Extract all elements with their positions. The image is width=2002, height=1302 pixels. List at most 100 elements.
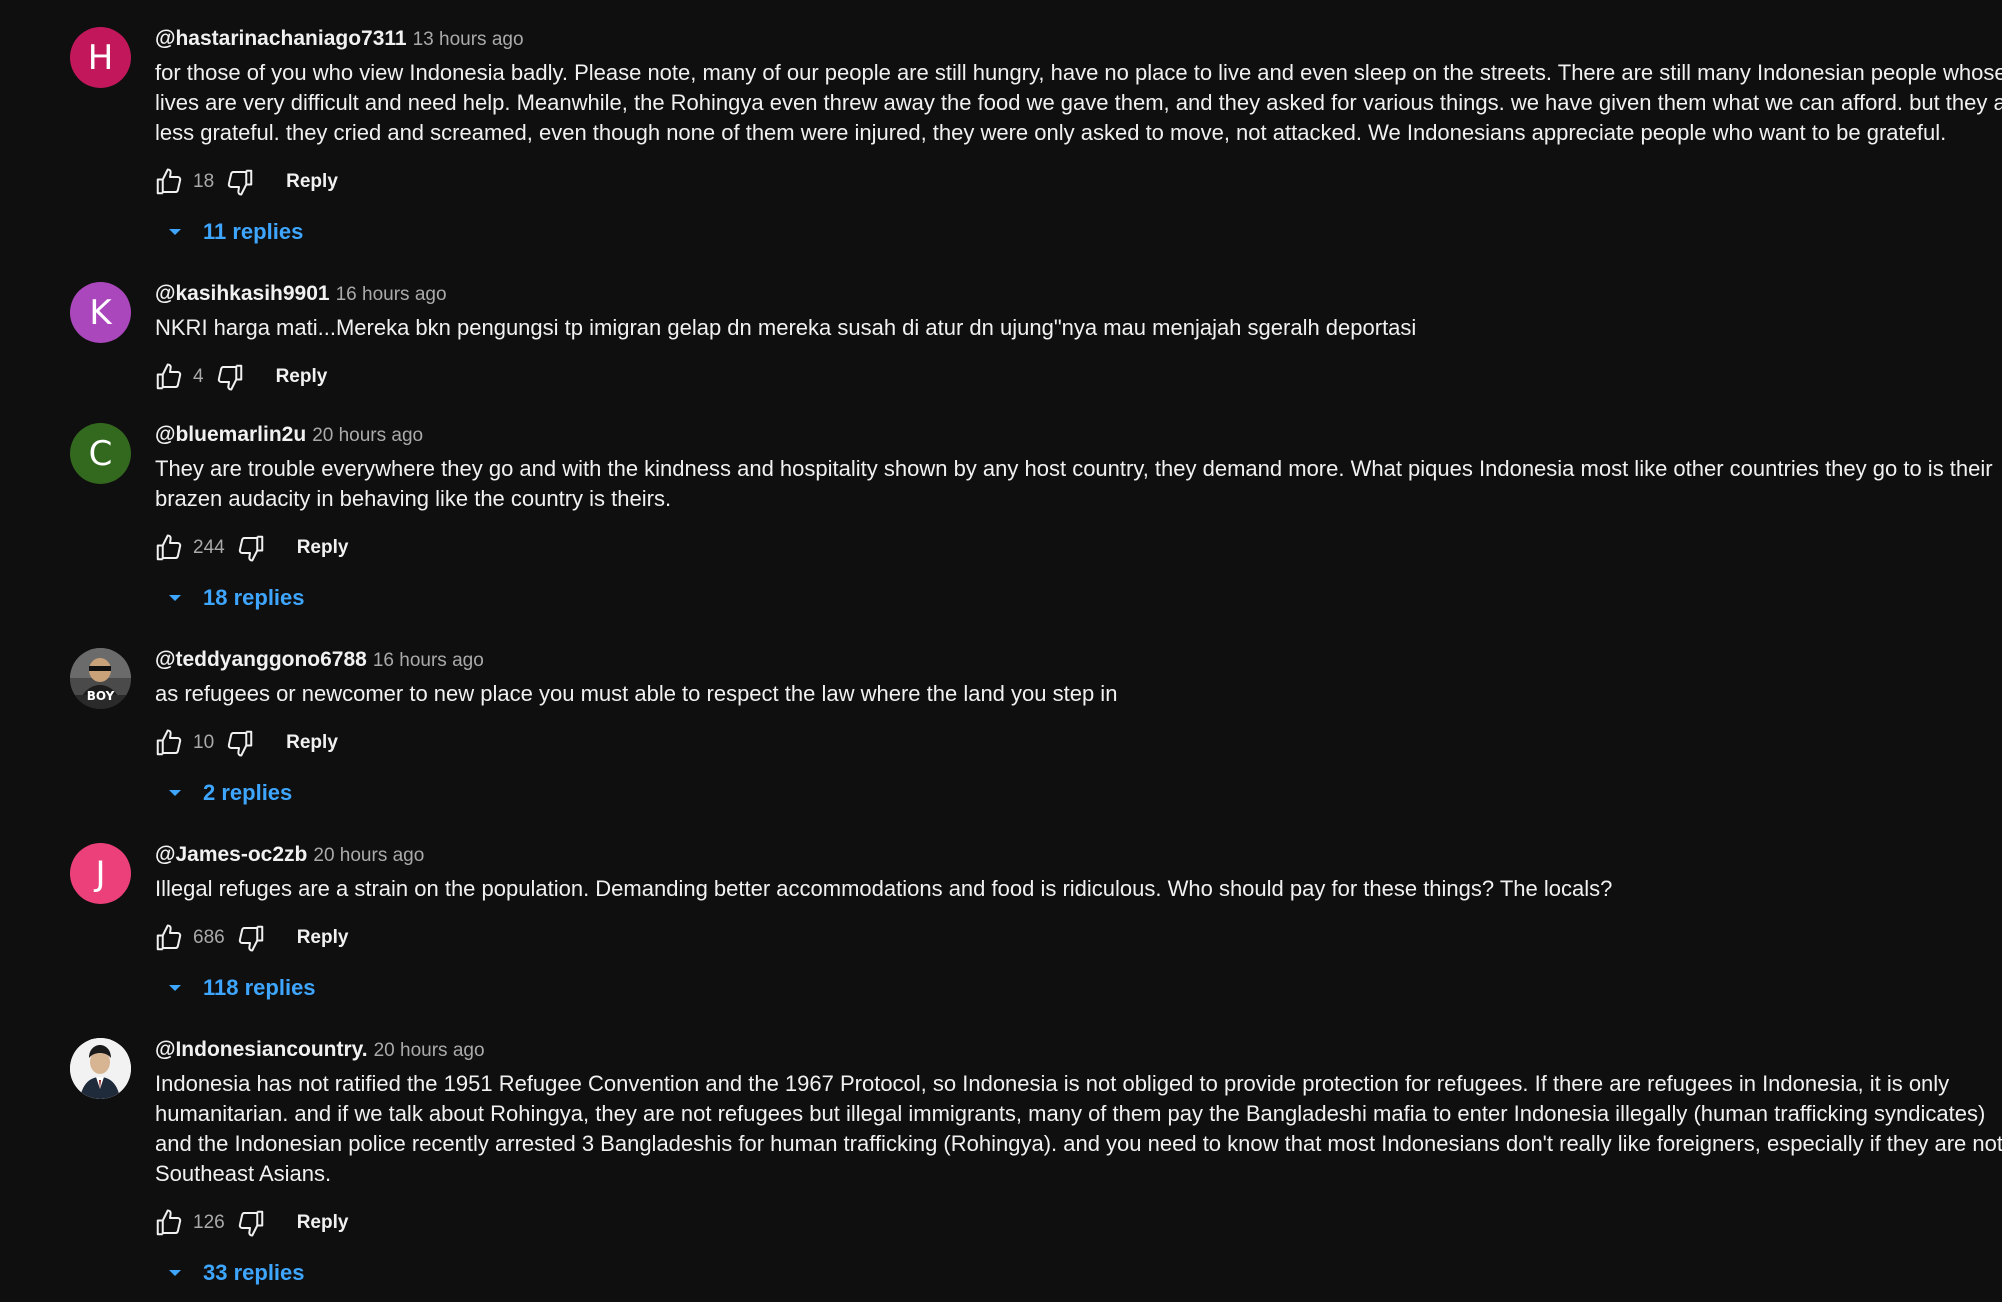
comment-body: @teddyanggono6788 16 hours ago as refugee…: [155, 645, 1970, 813]
avatar-letter: H: [87, 37, 114, 78]
thumbs-up-icon: [156, 168, 182, 195]
comment-text: Indonesia has not ratified the 1951 Refu…: [155, 1069, 2002, 1189]
like-button[interactable]: [151, 1205, 187, 1241]
thumbs-up-icon: [156, 924, 182, 951]
thumbs-down-icon: [238, 1210, 263, 1237]
dislike-button[interactable]: [233, 530, 269, 566]
comment-text-line: Indonesia has not ratified the 1951 Refu…: [155, 1071, 1950, 1096]
dislike-button[interactable]: [233, 1205, 269, 1241]
chevron-down-icon: [169, 790, 181, 796]
comment-actions: 686 Reply: [155, 918, 1970, 958]
comment-text-line: less grateful. they cried and screamed, …: [155, 120, 1947, 145]
comment-timestamp[interactable]: 20 hours ago: [374, 1040, 485, 1061]
like-button[interactable]: [151, 359, 187, 395]
reply-button[interactable]: Reply: [297, 1212, 349, 1234]
chevron-down-icon: [169, 229, 181, 235]
comment-header: @Indonesiancountry. 20 hours ago: [155, 1035, 1970, 1065]
replies-count: 2 replies: [203, 780, 293, 805]
author-handle[interactable]: @teddyanggono6788: [155, 648, 367, 671]
like-button[interactable]: [151, 530, 187, 566]
comment-text: for those of you who view Indonesia badl…: [155, 58, 2002, 148]
like-count: 244: [193, 537, 225, 558]
thumbs-down-icon: [238, 535, 263, 562]
comment-timestamp[interactable]: 20 hours ago: [312, 425, 423, 446]
author-handle[interactable]: @bluemarlin2u: [155, 423, 306, 446]
comment-text-line: They are trouble everywhere they go and …: [155, 456, 1993, 481]
avatar[interactable]: [70, 1038, 131, 1099]
reply-button[interactable]: Reply: [286, 171, 338, 193]
comment-text-line: brazen audacity in behaving like the cou…: [155, 486, 672, 511]
avatar-letter: K: [89, 292, 112, 333]
chevron-down-icon: [169, 1270, 181, 1276]
thumbs-up-icon: [156, 1209, 182, 1236]
like-count: 686: [193, 927, 225, 948]
comment-text-line: as refugees or newcomer to new place you…: [155, 681, 1118, 706]
comment-timestamp[interactable]: 16 hours ago: [336, 284, 447, 305]
avatar-letter: J: [95, 853, 106, 894]
comment-actions: 10 Reply: [155, 723, 1970, 763]
author-handle[interactable]: @James-oc2zb: [155, 843, 307, 866]
view-replies-button[interactable]: 118 replies: [163, 968, 1970, 1008]
dislike-button[interactable]: [222, 725, 258, 761]
like-button[interactable]: [151, 920, 187, 956]
comment-body: @kasihkasih9901 16 hours ago NKRI harga m…: [155, 279, 1970, 397]
thumbs-down-icon: [227, 169, 253, 196]
profile-photo-icon: [70, 1038, 131, 1099]
comment-timestamp[interactable]: 20 hours ago: [313, 845, 424, 866]
author-handle[interactable]: @Indonesiancountry.: [155, 1038, 368, 1061]
like-count: 126: [193, 1212, 225, 1233]
author-handle[interactable]: @kasihkasih9901: [155, 282, 330, 305]
dislike-button[interactable]: [233, 920, 269, 956]
view-replies-button[interactable]: 11 replies: [163, 212, 1970, 252]
like-count: 18: [193, 171, 215, 192]
comment-timestamp[interactable]: 16 hours ago: [373, 650, 484, 671]
like-button[interactable]: [151, 725, 187, 761]
comment-body: @hastarinachaniago7311 13 hours ago for t…: [155, 24, 2002, 252]
thumbs-up-icon: [156, 729, 182, 756]
comment-body: @James-oc2zb 20 hours ago Illegal refuges…: [155, 840, 1970, 1008]
comment-header: @hastarinachaniago7311 13 hours ago: [155, 24, 1970, 54]
replies-count: 18 replies: [203, 585, 305, 610]
avatar[interactable]: BOY: [70, 648, 131, 709]
comment-header: @bluemarlin2u 20 hours ago: [155, 420, 1970, 450]
dislike-button[interactable]: [212, 359, 248, 395]
thumbs-down-icon: [238, 925, 263, 952]
avatar-letter: C: [88, 433, 113, 474]
comment-text-line: for those of you who view Indonesia badl…: [155, 60, 2002, 85]
like-button[interactable]: [151, 164, 187, 200]
thumbs-down-icon: [227, 730, 253, 757]
comment-text-line: and the Indonesian police recently arres…: [155, 1131, 2002, 1156]
avatar[interactable]: K: [70, 282, 131, 343]
view-replies-button[interactable]: 33 replies: [163, 1253, 1970, 1293]
chevron-down-icon: [169, 985, 181, 991]
replies-count: 11 replies: [203, 219, 304, 244]
avatar[interactable]: H: [70, 27, 131, 88]
comment-text-line: Illegal refuges are a strain on the popu…: [155, 876, 1613, 901]
comment-text-line: humanitarian. and if we talk about Rohin…: [155, 1101, 1986, 1126]
thumbs-up-icon: [156, 363, 182, 390]
like-count: 4: [193, 366, 204, 387]
reply-button[interactable]: Reply: [297, 927, 349, 949]
comment-text-line: NKRI harga mati...Mereka bkn pengungsi t…: [155, 315, 1417, 340]
chevron-down-icon: [169, 595, 181, 601]
comment-text: They are trouble everywhere they go and …: [155, 454, 1993, 514]
comment-timestamp[interactable]: 13 hours ago: [413, 29, 524, 50]
comment-actions: 4 Reply: [155, 357, 1970, 397]
view-replies-button[interactable]: 2 replies: [163, 773, 1970, 813]
like-count: 10: [193, 732, 215, 753]
view-replies-button[interactable]: 18 replies: [163, 578, 1970, 618]
comment-actions: 18 Reply: [155, 162, 1970, 202]
avatar-caption: BOY: [86, 689, 115, 703]
comment-header: @teddyanggono6788 16 hours ago: [155, 645, 1970, 675]
comment-text: as refugees or newcomer to new place you…: [155, 679, 1970, 709]
author-handle[interactable]: @hastarinachaniago7311: [155, 27, 407, 50]
comment-actions: 126 Reply: [155, 1203, 1970, 1243]
avatar[interactable]: C: [70, 423, 131, 484]
dislike-button[interactable]: [222, 164, 258, 200]
comment-header: @kasihkasih9901 16 hours ago: [155, 279, 1970, 309]
comment-header: @James-oc2zb 20 hours ago: [155, 840, 1970, 870]
reply-button[interactable]: Reply: [286, 732, 338, 754]
reply-button[interactable]: Reply: [297, 537, 349, 559]
avatar[interactable]: J: [70, 843, 131, 904]
reply-button[interactable]: Reply: [276, 366, 328, 388]
